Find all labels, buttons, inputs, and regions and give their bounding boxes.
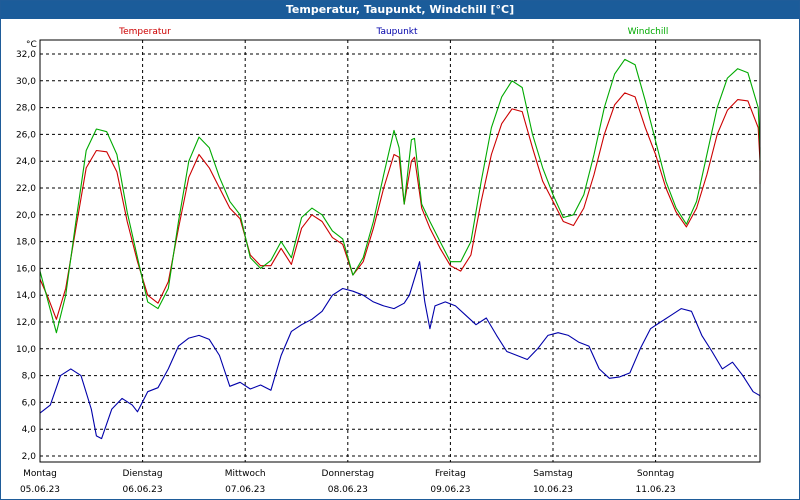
- x-tick-day: Mittwoch: [225, 469, 266, 479]
- x-tick-date: 06.06.23: [123, 485, 163, 495]
- x-tick-day: Sonntag: [637, 469, 674, 479]
- y-tick-label: 2,0: [22, 452, 37, 462]
- series-line-taupunkt: [39, 261, 761, 440]
- grid-lines: [40, 40, 760, 462]
- plot-border: [39, 39, 761, 463]
- y-tick-label: 8,0: [22, 372, 37, 382]
- x-tick-date: 09.06.23: [430, 485, 470, 495]
- x-tick-day: Montag: [23, 469, 57, 479]
- unit-label: °C: [26, 40, 37, 50]
- x-tick-date: 10.06.23: [533, 485, 573, 495]
- y-tick-label: 32,0: [16, 50, 36, 60]
- x-tick-date: 11.06.23: [636, 485, 676, 495]
- y-tick-label: 4,0: [22, 425, 37, 435]
- y-tick-label: 12,0: [16, 318, 36, 328]
- y-tick-label: 30,0: [16, 77, 36, 87]
- chart-area: 2,0 4,0 6,0 8,0 10,0 12,0 14,0 16,0 18,0 20,0 22,0…: [16, 27, 761, 495]
- y-tick-label: 16,0: [16, 264, 36, 274]
- y-tick-label: 18,0: [16, 238, 36, 248]
- y-tick-label: 26,0: [16, 130, 36, 140]
- y-tick-label: 6,0: [22, 398, 37, 408]
- y-axis-ticks: 2,0 4,0 6,0 8,0 10,0 12,0 14,0 16,0 18,0 20,0 22,0…: [16, 50, 36, 462]
- legend-taupunkt: Taupunkt: [375, 27, 418, 37]
- legend-temperatur: Temperatur: [118, 27, 171, 37]
- x-tick-day: Samstag: [533, 469, 572, 479]
- x-tick-date: 07.06.23: [225, 485, 265, 495]
- series-line-windchill: [39, 58, 761, 334]
- series-lines: [39, 58, 761, 440]
- y-tick-label: 24,0: [16, 157, 36, 167]
- y-tick-label: 22,0: [16, 184, 36, 194]
- x-tick-date: 08.06.23: [328, 485, 368, 495]
- legend-windchill: Windchill: [628, 27, 669, 37]
- x-axis-ticks: Montag 05.06.23 Dienstag 06.06.23 Mittwoch 07…: [20, 469, 676, 495]
- y-tick-label: 10,0: [16, 345, 36, 355]
- y-tick-label: 14,0: [16, 291, 36, 301]
- x-tick-date: 05.06.23: [20, 485, 60, 495]
- x-tick-day: Dienstag: [123, 469, 163, 479]
- y-tick-label: 20,0: [16, 211, 36, 221]
- x-tick-day: Freitag: [435, 469, 466, 479]
- x-tick-day: Donnerstag: [322, 469, 375, 479]
- y-tick-label: 28,0: [16, 104, 36, 114]
